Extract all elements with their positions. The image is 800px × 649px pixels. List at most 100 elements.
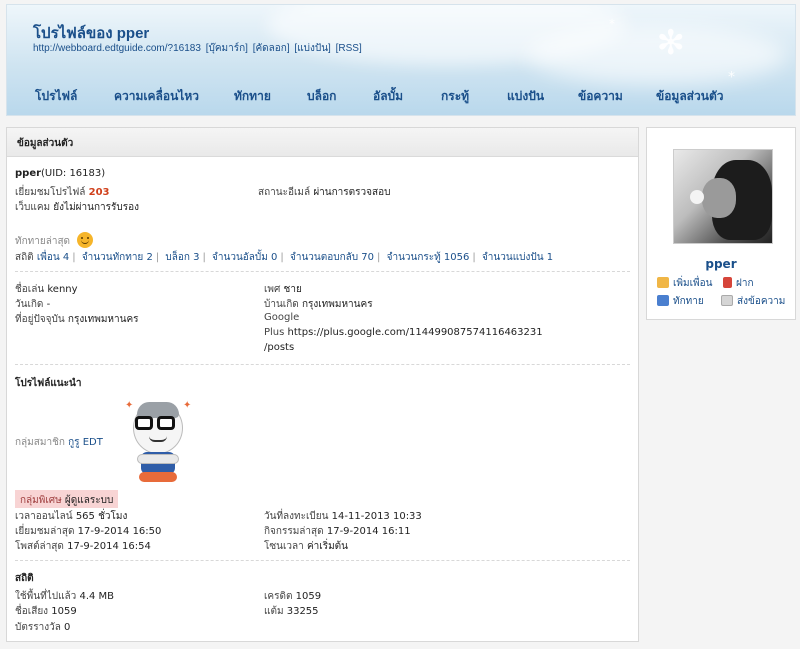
share-link[interactable]: [แบ่งปัน] — [294, 43, 330, 54]
space-used-line: ใช้พื้นที่ไปแล้ว 4.4 MB — [15, 589, 114, 604]
nav-messages[interactable]: ข้อความ — [578, 87, 623, 106]
profile-views-label: เยี่ยมชมโปรไฟล์ — [15, 187, 86, 198]
sparkle-icon: ✦ — [183, 400, 192, 411]
last-post-label: โพสต์ล่าสุด — [15, 541, 64, 552]
points-value: 33255 — [286, 606, 319, 617]
reputation-label: ชื่อเสียง — [15, 606, 49, 617]
email-status-value: ผ่านการตรวจสอบ — [313, 187, 391, 198]
stat-greetings[interactable]: จำนวนทักทาย 2 — [82, 252, 153, 263]
last-post-value: 17-9-2014 16:54 — [67, 541, 151, 552]
recommended-profile-title: โปรไฟล์แนะนำ — [15, 378, 82, 389]
special-group-badge: กลุ่มพิเศษ ผู้ดูแลระบบ — [15, 490, 119, 508]
stat-shares[interactable]: จำนวนแบ่งปัน 1 — [482, 252, 553, 263]
space-used-value: 4.4 MB — [79, 591, 115, 602]
avatar[interactable] — [673, 149, 773, 244]
deposit-button[interactable]: ฝาก — [723, 276, 754, 291]
nav-greetings[interactable]: ทักทาย — [234, 87, 271, 106]
profile-views-line: เยี่ยมชมโปรไฟล์ 203 — [15, 185, 110, 200]
hometown-line: บ้านเกิด กรุงเทพมหานคร — [264, 297, 373, 312]
register-date-line: วันที่ลงทะเบียน 14-11-2013 10:33 — [264, 509, 422, 524]
send-message-button[interactable]: ส่งข้อความ — [721, 294, 785, 309]
gender-value: ชาย — [283, 284, 302, 295]
profile-links: http://webboard.edtguide.com/?16183 [บุ๊… — [33, 41, 364, 56]
profile-info-panel: ข้อมูลส่วนตัว pper(UID: 16183) เยี่ยมชมโ… — [6, 127, 639, 642]
hometown-value: กรุงเทพมหานคร — [301, 299, 373, 310]
sparkle-icon: ✦ — [125, 400, 134, 411]
birthday-value: - — [46, 299, 51, 310]
nickname-line: ชื่อเล่น kenny — [15, 282, 78, 297]
latest-greeting-line: ทักทายล่าสุด — [15, 232, 94, 249]
email-status-line: สถานะอีเมล์ ผ่านการตรวจสอบ — [258, 185, 390, 200]
points-line: แต้ม 33255 — [264, 604, 319, 619]
nav-profile[interactable]: โปรไฟล์ — [35, 87, 77, 106]
space-used-label: ใช้พื้นที่ไปแล้ว — [15, 591, 77, 602]
pencil-icon — [723, 277, 732, 288]
tickets-label: บัตรรางวัล — [15, 622, 61, 633]
divider — [15, 560, 630, 561]
online-time-line: เวลาออนไลน์ 565 ชั่วโมง — [15, 509, 127, 524]
timezone-label: โซนเวลา — [264, 541, 304, 552]
smiley-icon — [77, 232, 94, 248]
divider — [15, 364, 630, 365]
sidebar-username[interactable]: pper — [647, 257, 795, 271]
google-plus-url-cont: /posts — [264, 342, 294, 353]
credit-value: 1059 — [295, 591, 322, 602]
google-label-line: Google — [264, 312, 299, 323]
special-group-value: ผู้ดูแลระบบ — [64, 495, 114, 506]
rss-link[interactable]: [RSS] — [336, 43, 362, 54]
register-date-label: วันที่ลงทะเบียน — [264, 511, 329, 522]
stats-section-title: สถิติ — [15, 573, 34, 584]
online-time-label: เวลาออนไลน์ — [15, 511, 73, 522]
register-date-value: 14-11-2013 10:33 — [331, 511, 422, 522]
profile-views-count: 203 — [88, 187, 110, 198]
bookmark-link[interactable]: [บุ๊คมาร์ก] — [206, 43, 248, 54]
nav-activity[interactable]: ความเคลื่อนไหว — [114, 87, 199, 106]
timezone-value: ค่าเริ่มต้น — [306, 541, 348, 552]
member-group-line: กลุ่มสมาชิก กูรู EDT — [15, 435, 103, 450]
copy-link[interactable]: [คัดลอก] — [253, 43, 290, 54]
stat-replies[interactable]: จำนวนตอบกลับ 70 — [290, 252, 374, 263]
stat-threads[interactable]: จำนวนกระทู้ 1056 — [387, 252, 470, 263]
stat-blogs[interactable]: บล็อก 3 — [165, 252, 199, 263]
stats-label: สถิติ — [15, 252, 34, 263]
hometown-label: บ้านเกิด — [264, 299, 299, 310]
nickname-label: ชื่อเล่น — [15, 284, 45, 295]
add-friend-label: เพิ่มเพื่อน — [673, 278, 713, 289]
greet-label: ทักทาย — [673, 296, 704, 307]
deposit-label: ฝาก — [736, 278, 754, 289]
stat-albums[interactable]: จำนวนอัลบั้ม 0 — [212, 252, 277, 263]
send-message-label: ส่งข้อความ — [737, 296, 786, 307]
google-plus-line: Plus https://plus.google.com/11449908757… — [264, 327, 543, 338]
webcam-line: เว็บแคม ยังไม่ผ่านการรับรอง — [15, 200, 139, 215]
webcam-status: ยังไม่ผ่านการรับรอง — [53, 202, 139, 213]
nav-share[interactable]: แบ่งปัน — [507, 87, 544, 106]
google-plus-url-suffix[interactable]: /posts — [264, 342, 294, 353]
last-activity-label: กิจกรรมล่าสุด — [264, 526, 324, 537]
special-group-label: กลุ่มพิเศษ — [20, 495, 62, 506]
tickets-line: บัตรรางวัล 0 — [15, 620, 70, 635]
add-friend-button[interactable]: เพิ่มเพื่อน — [657, 276, 712, 291]
greet-button[interactable]: ทักทาย — [657, 294, 704, 309]
email-status-label: สถานะอีเมล์ — [258, 187, 311, 198]
mascot-arms — [137, 454, 179, 464]
birthday-label: วันเกิด — [15, 299, 44, 310]
google-plus-label: Plus — [264, 327, 285, 338]
greet-icon — [657, 295, 669, 306]
tickets-value: 0 — [64, 622, 71, 633]
username: pper — [15, 168, 42, 179]
site-header: ✻ ⁎ ⁎ โปรไฟล์ของ pper http://webboard.ed… — [6, 4, 796, 116]
nav-threads[interactable]: กระทู้ — [441, 87, 469, 106]
nav-personal-info[interactable]: ข้อมูลส่วนตัว — [656, 87, 723, 106]
stat-friends[interactable]: เพื่อน 4 — [37, 252, 69, 263]
member-group-value[interactable]: กูรู EDT — [68, 437, 103, 448]
last-activity-line: กิจกรรมล่าสุด 17-9-2014 16:11 — [264, 524, 411, 539]
nav-blog[interactable]: บล็อก — [307, 87, 336, 106]
last-post-line: โพสต์ล่าสุด 17-9-2014 16:54 — [15, 539, 151, 554]
uid: (UID: 16183) — [41, 168, 106, 179]
nav-album[interactable]: อัลบั้ม — [373, 87, 403, 106]
google-plus-url[interactable]: https://plus.google.com/1144990875741164… — [288, 327, 543, 338]
last-visit-line: เยี่ยมชมล่าสุด 17-9-2014 16:50 — [15, 524, 161, 539]
online-time-value: 565 ชั่วโมง — [75, 511, 128, 522]
profile-url[interactable]: http://webboard.edtguide.com/?16183 — [33, 43, 201, 54]
last-visit-value: 17-9-2014 16:50 — [77, 526, 162, 537]
